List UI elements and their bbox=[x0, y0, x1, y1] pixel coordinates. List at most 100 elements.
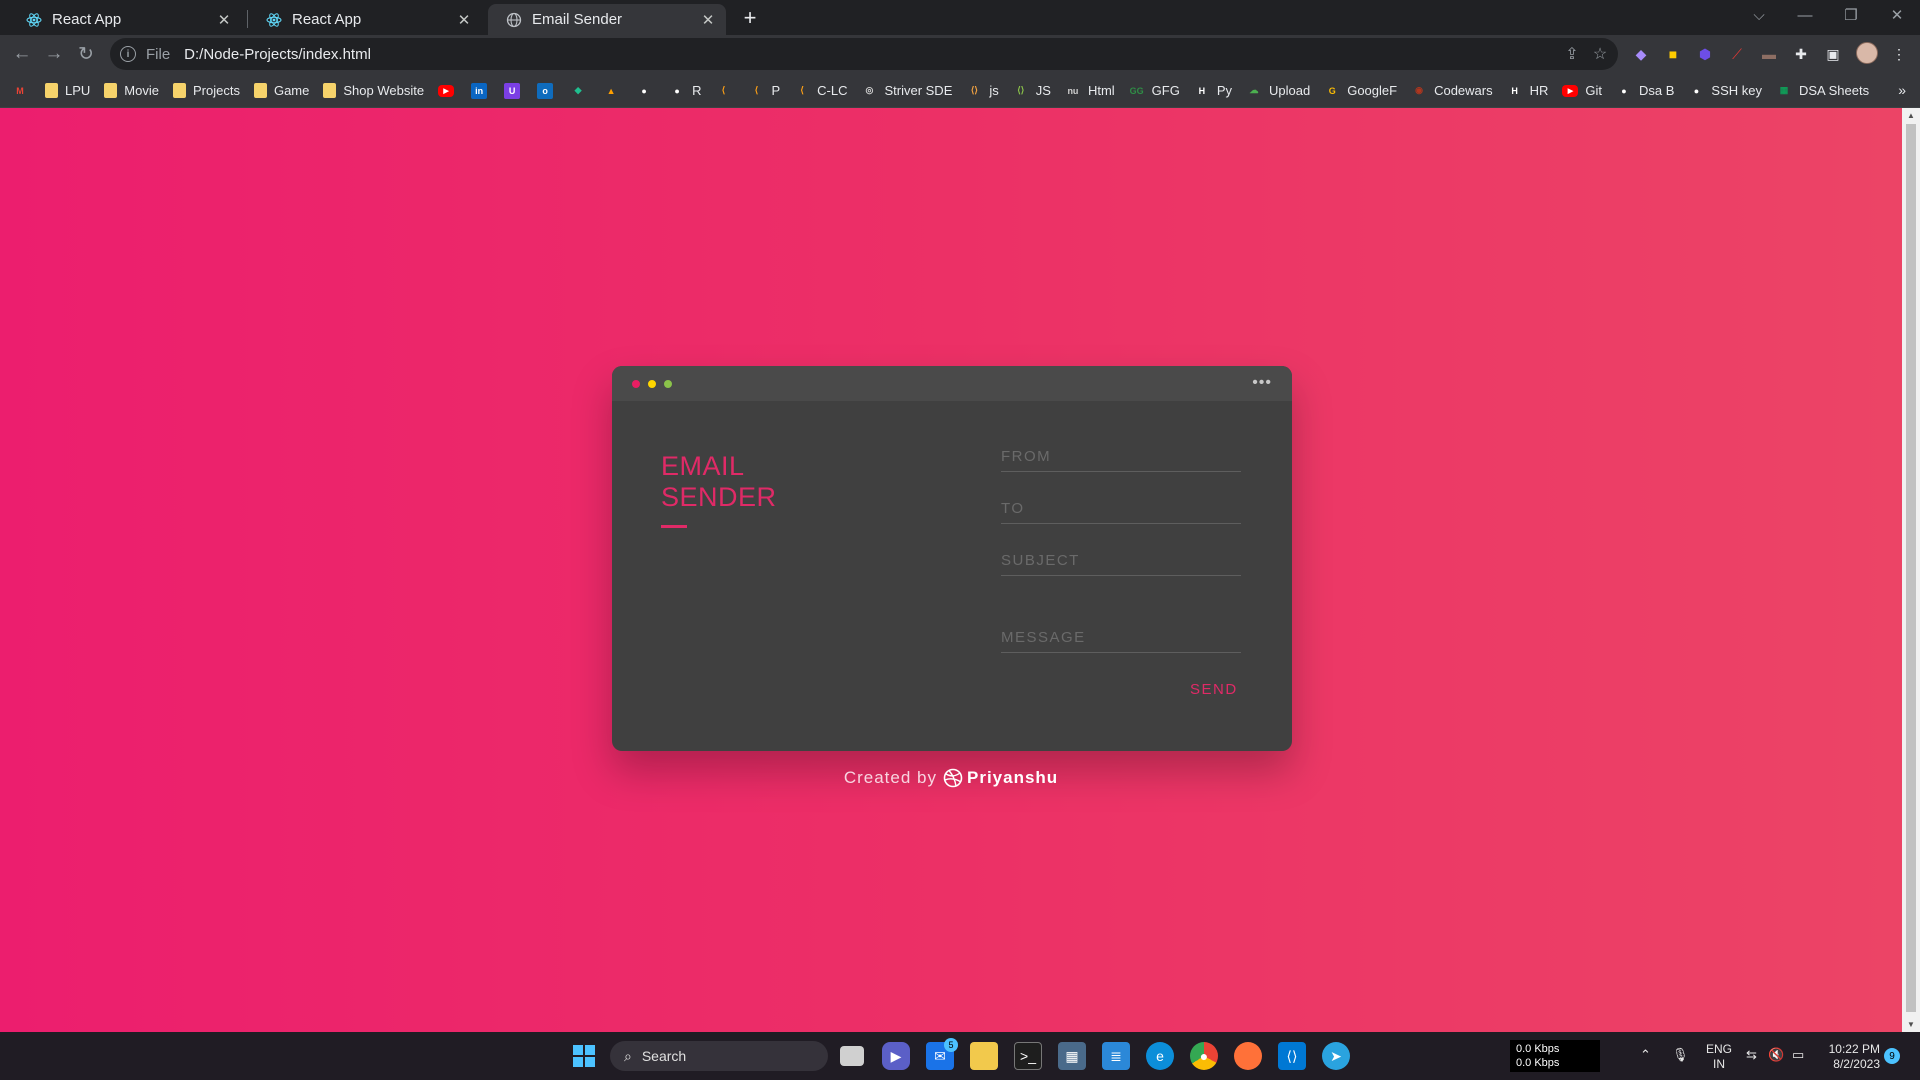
scroll-down-arrow-icon[interactable]: ▼ bbox=[1907, 1020, 1915, 1029]
volume-muted-icon[interactable]: 🔇 bbox=[1768, 1047, 1784, 1063]
bookmark-item[interactable]: ● bbox=[636, 83, 659, 99]
bookmark-item[interactable]: o bbox=[537, 82, 560, 99]
reload-button[interactable]: ↻ bbox=[72, 40, 100, 68]
more-menu-icon[interactable]: ••• bbox=[1252, 374, 1272, 392]
bookmark-item[interactable]: Movie bbox=[104, 83, 159, 98]
bookmark-item[interactable]: ◆ bbox=[570, 83, 593, 99]
bookmark-item[interactable]: H Py bbox=[1194, 83, 1232, 99]
folder-icon bbox=[323, 83, 337, 98]
calculator-icon[interactable]: ▦ bbox=[1058, 1042, 1086, 1070]
back-button[interactable]: ← bbox=[8, 40, 36, 68]
subject-field[interactable]: SUBJECT bbox=[1001, 550, 1241, 576]
bookmark-item[interactable]: ▦ DSA Sheets bbox=[1776, 83, 1869, 99]
minimize-button[interactable]: — bbox=[1782, 0, 1828, 30]
bookmark-item[interactable]: nu Html bbox=[1065, 83, 1114, 99]
extension-icon[interactable]: ◆ bbox=[1632, 45, 1650, 63]
bookmark-star-icon[interactable]: ☆ bbox=[1590, 44, 1610, 64]
bookmark-item[interactable]: ⟨⟩ JS bbox=[1013, 83, 1051, 99]
bookmark-item[interactable]: Game bbox=[253, 83, 309, 98]
author-name-link[interactable]: Priyanshu bbox=[967, 768, 1058, 788]
bookmark-item[interactable]: ◉ Codewars bbox=[1411, 83, 1492, 99]
notepad-icon[interactable]: ≣ bbox=[1102, 1042, 1130, 1070]
more-bookmarks-icon[interactable]: » bbox=[1898, 82, 1906, 98]
bookmark-label: C-LC bbox=[817, 83, 848, 98]
bookmark-label: LPU bbox=[65, 83, 91, 98]
forward-button[interactable]: → bbox=[40, 40, 68, 68]
info-icon[interactable]: i bbox=[120, 46, 136, 62]
message-field[interactable]: MESSAGE bbox=[1001, 627, 1241, 653]
bookmark-item[interactable]: ⟨ P bbox=[748, 83, 780, 99]
bookmark-item[interactable]: ● SSH key bbox=[1688, 83, 1762, 99]
from-field[interactable]: FROM bbox=[1001, 446, 1241, 472]
bookmark-item[interactable]: ⟨ bbox=[715, 83, 738, 99]
chrome-icon[interactable]: ● bbox=[1190, 1042, 1218, 1070]
bookmark-item[interactable]: M bbox=[12, 83, 35, 99]
scroll-up-arrow-icon[interactable]: ▲ bbox=[1907, 111, 1915, 120]
bookmark-item[interactable]: ▶ Git bbox=[1562, 83, 1602, 98]
mail-icon[interactable]: ✉ 5 bbox=[926, 1038, 958, 1070]
tab-react-app-1[interactable]: React App ✕ bbox=[8, 4, 242, 35]
bookmark-item[interactable]: U bbox=[504, 82, 527, 99]
to-field[interactable]: TO bbox=[1001, 498, 1241, 524]
tab-email-sender[interactable]: Email Sender ✕ bbox=[488, 4, 726, 35]
system-clock[interactable]: 10:22 PM 8/2/2023 bbox=[1820, 1042, 1880, 1072]
battery-icon[interactable]: ▭ bbox=[1792, 1047, 1804, 1063]
bookmark-item[interactable]: ▶ bbox=[438, 84, 461, 97]
bookmark-item[interactable]: ☁ Upload bbox=[1246, 83, 1311, 99]
profile-avatar[interactable] bbox=[1856, 42, 1878, 64]
windows-start-icon[interactable] bbox=[570, 1042, 598, 1070]
telegram-icon[interactable]: ➤ bbox=[1322, 1042, 1350, 1070]
bookmark-label: Striver SDE bbox=[884, 83, 953, 98]
close-window-button[interactable]: ✕ bbox=[1874, 0, 1920, 30]
terminal-icon[interactable]: >_ bbox=[1014, 1042, 1042, 1070]
address-bar[interactable]: i File D:/Node-Projects/index.html ⇪ ☆ bbox=[110, 38, 1618, 70]
bookmark-item[interactable]: Projects bbox=[172, 83, 240, 98]
bookmark-item[interactable]: ● R bbox=[669, 83, 701, 99]
task-view-icon[interactable] bbox=[840, 1046, 864, 1066]
side-panel-icon[interactable]: ▣ bbox=[1824, 45, 1842, 63]
extension-icon[interactable]: ■ bbox=[1664, 45, 1682, 63]
bookmark-item[interactable]: ⟨ C-LC bbox=[794, 83, 847, 99]
network-icon[interactable]: ⇆ bbox=[1746, 1047, 1757, 1063]
bookmark-item[interactable]: ▲ bbox=[603, 83, 626, 99]
github-icon: ● bbox=[641, 85, 647, 96]
close-tab-icon[interactable]: ✕ bbox=[700, 11, 716, 29]
bookmark-item[interactable]: LPU bbox=[45, 83, 90, 98]
leetcode-icon: ⟨ bbox=[800, 85, 804, 95]
language-indicator[interactable]: ENG IN bbox=[1706, 1042, 1732, 1072]
send-button[interactable]: SEND bbox=[1190, 681, 1238, 698]
tab-search-chevron-icon[interactable]: ⌵ bbox=[1736, 0, 1782, 30]
restore-button[interactable]: ❐ bbox=[1828, 0, 1874, 30]
bookmark-item[interactable]: H HR bbox=[1507, 83, 1548, 99]
close-tab-icon[interactable]: ✕ bbox=[456, 11, 472, 29]
bookmark-item[interactable]: Shop Website bbox=[323, 83, 424, 98]
share-icon[interactable]: ⇪ bbox=[1562, 44, 1582, 64]
bookmark-item[interactable]: G GoogleF bbox=[1324, 83, 1397, 99]
address-url[interactable]: D:/Node-Projects/index.html bbox=[184, 46, 371, 63]
edge-icon[interactable]: e bbox=[1146, 1042, 1174, 1070]
microphone-icon[interactable]: 🎙 bbox=[1672, 1047, 1689, 1063]
extension-icon[interactable]: ⬢ bbox=[1696, 45, 1714, 63]
taskbar-search[interactable]: ⌕ Search bbox=[610, 1041, 828, 1071]
extensions-puzzle-icon[interactable]: ✚ bbox=[1792, 45, 1810, 63]
firefox-icon[interactable] bbox=[1234, 1042, 1262, 1070]
teams-chat-icon[interactable]: ▶ bbox=[882, 1042, 910, 1070]
extension-icon[interactable]: ⟋ bbox=[1728, 45, 1746, 63]
bookmark-item[interactable]: in bbox=[471, 82, 494, 99]
search-icon: ⌕ bbox=[624, 1047, 632, 1064]
bookmark-item[interactable]: ● Dsa B bbox=[1616, 83, 1674, 99]
close-tab-icon[interactable]: ✕ bbox=[216, 11, 232, 29]
extension-icon[interactable]: ▬ bbox=[1760, 45, 1778, 63]
notification-badge[interactable]: 9 bbox=[1884, 1048, 1900, 1064]
new-tab-button[interactable]: + bbox=[736, 4, 764, 32]
bookmark-item[interactable]: GG GFG bbox=[1129, 83, 1180, 99]
scrollbar-thumb[interactable] bbox=[1906, 124, 1916, 1012]
tab-react-app-2[interactable]: React App ✕ bbox=[248, 4, 482, 35]
menu-kebab-icon[interactable]: ⋮ bbox=[1890, 45, 1908, 63]
vertical-scrollbar[interactable]: ▲ ▼ bbox=[1902, 108, 1920, 1032]
bookmark-item[interactable]: ◎ Striver SDE bbox=[861, 83, 953, 99]
show-hidden-icons-chevron-icon[interactable]: ⌃ bbox=[1640, 1047, 1651, 1063]
bookmark-item[interactable]: ⟨⟩ js bbox=[966, 83, 999, 99]
vscode-icon[interactable]: ⟨⟩ bbox=[1278, 1042, 1306, 1070]
file-explorer-icon[interactable] bbox=[970, 1042, 998, 1070]
